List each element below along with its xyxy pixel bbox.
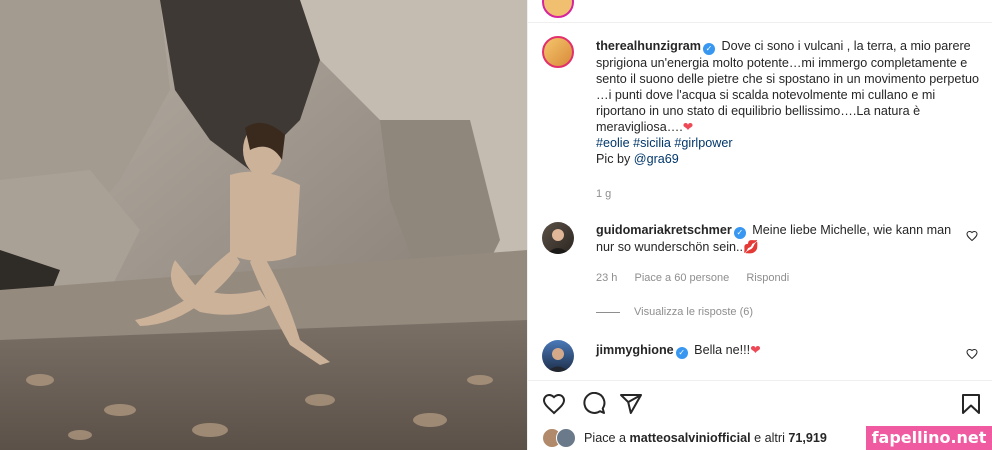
commenter-face — [547, 229, 569, 254]
likes-prefix: Piace a — [584, 431, 630, 445]
comment-body: guidomariakretschmer ✓ Meine liebe Michel… — [596, 222, 966, 255]
hashtag-sicilia[interactable]: #sicilia — [633, 136, 671, 150]
commenter-avatar[interactable] — [542, 340, 574, 372]
comment-meta: 23 h Piace a 60 persone Rispondi — [596, 272, 803, 284]
replies-divider — [596, 311, 620, 313]
comment-likes[interactable]: Piace a 60 persone — [634, 272, 729, 284]
commenter-username[interactable]: guidomariakretschmer — [596, 223, 732, 237]
hashtag-eolie[interactable]: #eolie — [596, 136, 630, 150]
view-replies-button[interactable]: Visualizza le risposte (6) — [596, 306, 753, 318]
heart-icon[interactable] — [542, 392, 566, 416]
kiss-emoji: 💋 — [743, 240, 759, 254]
commenter-face — [547, 348, 569, 372]
commenter-username[interactable]: jimmyghione — [596, 343, 674, 357]
comment-time[interactable]: 23 h — [596, 272, 617, 284]
credit-prefix: Pic by — [596, 152, 634, 166]
verified-icon: ✓ — [702, 43, 715, 55]
comment-body: jimmyghione ✓ Bella ne!!!❤ — [596, 342, 966, 359]
bookmark-icon[interactable] — [959, 392, 983, 416]
share-icon[interactable] — [619, 392, 643, 416]
heart-icon[interactable] — [966, 230, 978, 242]
commenter-avatar[interactable] — [542, 222, 574, 254]
verified-icon: ✓ — [733, 227, 746, 239]
post-time[interactable]: 1 g — [596, 188, 611, 200]
likes-count[interactable]: 71,919 — [788, 431, 827, 445]
author-username[interactable]: therealhunzigram — [596, 39, 701, 53]
hashtag-girlpower[interactable]: #girlpower — [674, 136, 732, 150]
header-avatar[interactable] — [542, 0, 574, 18]
post-photo-illustration — [0, 0, 527, 450]
post-header — [528, 0, 992, 23]
post-panel: therealhunzigram ✓ Dove ci sono i vulcani… — [527, 0, 992, 450]
caption-body: therealhunzigram ✓ Dove ci sono i vulcani… — [596, 38, 982, 167]
likes-suffix: e altri — [750, 431, 789, 445]
liker-avatar — [556, 428, 576, 448]
view-replies-label: Visualizza le risposte (6) — [634, 306, 754, 318]
heart-emoji: ❤ — [682, 120, 694, 134]
credit-handle[interactable]: @gra69 — [634, 152, 679, 166]
action-bar — [528, 382, 992, 422]
likes-user[interactable]: matteosalviniofficial — [630, 431, 751, 445]
heart-emoji: ❤ — [750, 343, 761, 357]
reply-button[interactable]: Rispondi — [746, 272, 789, 284]
verified-icon: ✓ — [675, 347, 688, 359]
actions-divider — [528, 380, 992, 381]
likes-text: Piace a matteosalviniofficial e altri 71… — [584, 431, 827, 445]
comment-text: Bella ne!!! — [694, 343, 751, 357]
author-avatar[interactable] — [542, 36, 574, 68]
post-image[interactable] — [0, 0, 527, 450]
watermark: fapellino.net — [866, 426, 992, 450]
caption-text: Dove ci sono i vulcani , la terra, a mio… — [596, 39, 979, 134]
comment-icon[interactable] — [582, 392, 606, 416]
heart-icon[interactable] — [966, 348, 978, 360]
